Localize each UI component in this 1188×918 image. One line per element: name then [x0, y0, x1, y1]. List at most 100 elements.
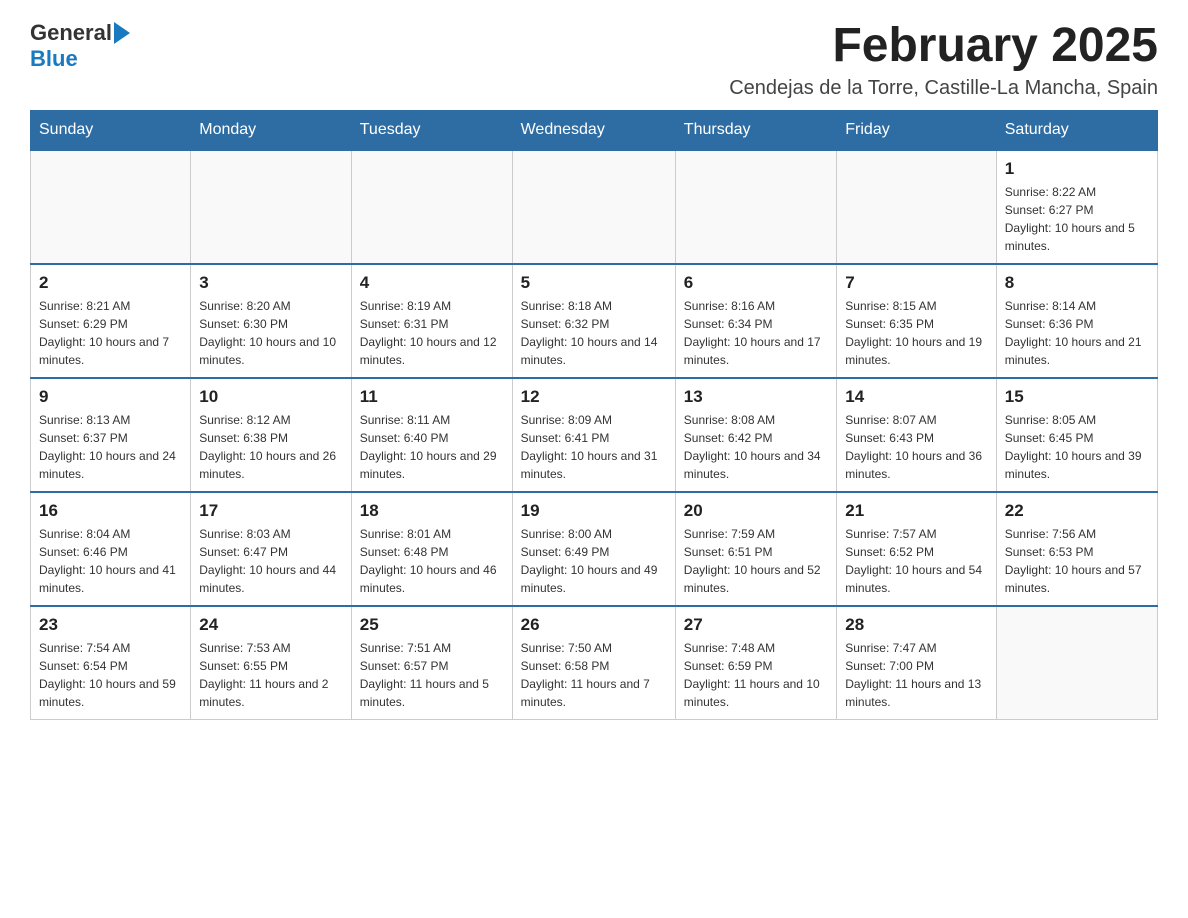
calendar-cell-2-3: 4 Sunrise: 8:19 AM Sunset: 6:31 PM Daylig… — [351, 264, 512, 378]
calendar-cell-3-3: 11 Sunrise: 8:11 AM Sunset: 6:40 PM Dayli… — [351, 378, 512, 492]
day-info: Sunrise: 8:07 AM Sunset: 6:43 PM Dayligh… — [845, 411, 987, 483]
day-info: Sunrise: 8:21 AM Sunset: 6:29 PM Dayligh… — [39, 297, 182, 369]
calendar-cell-4-6: 21 Sunrise: 7:57 AM Sunset: 6:52 PM Dayli… — [837, 492, 996, 606]
day-info: Sunrise: 7:50 AM Sunset: 6:58 PM Dayligh… — [521, 639, 667, 711]
day-number: 24 — [199, 615, 343, 635]
calendar-cell-5-1: 23 Sunrise: 7:54 AM Sunset: 6:54 PM Dayli… — [31, 606, 191, 720]
weekday-header-wednesday: Wednesday — [512, 110, 675, 150]
calendar-cell-5-5: 27 Sunrise: 7:48 AM Sunset: 6:59 PM Dayli… — [675, 606, 836, 720]
calendar-cell-2-5: 6 Sunrise: 8:16 AM Sunset: 6:34 PM Daylig… — [675, 264, 836, 378]
calendar-cell-3-1: 9Sunrise: 8:13 AM Sunset: 6:37 PM Daylig… — [31, 378, 191, 492]
day-info: Sunrise: 7:59 AM Sunset: 6:51 PM Dayligh… — [684, 525, 828, 597]
day-number: 15 — [1005, 387, 1149, 407]
calendar-cell-5-2: 24 Sunrise: 7:53 AM Sunset: 6:55 PM Dayli… — [191, 606, 352, 720]
day-info: Sunrise: 8:15 AM Sunset: 6:35 PM Dayligh… — [845, 297, 987, 369]
day-number: 26 — [521, 615, 667, 635]
logo: General Blue — [30, 20, 130, 72]
day-info: Sunrise: 8:03 AM Sunset: 6:47 PM Dayligh… — [199, 525, 343, 597]
day-number: 20 — [684, 501, 828, 521]
day-info: Sunrise: 7:51 AM Sunset: 6:57 PM Dayligh… — [360, 639, 504, 711]
day-info: Sunrise: 8:11 AM Sunset: 6:40 PM Dayligh… — [360, 411, 504, 483]
weekday-header-tuesday: Tuesday — [351, 110, 512, 150]
calendar-cell-1-6 — [837, 150, 996, 264]
title-section: February 2025 Cendejas de la Torre, Cast… — [729, 20, 1158, 100]
calendar-cell-2-6: 7 Sunrise: 8:15 AM Sunset: 6:35 PM Daylig… — [837, 264, 996, 378]
calendar-cell-2-7: 8Sunrise: 8:14 AM Sunset: 6:36 PM Daylig… — [996, 264, 1157, 378]
day-info: Sunrise: 8:20 AM Sunset: 6:30 PM Dayligh… — [199, 297, 343, 369]
day-info: Sunrise: 8:04 AM Sunset: 6:46 PM Dayligh… — [39, 525, 182, 597]
day-info: Sunrise: 7:54 AM Sunset: 6:54 PM Dayligh… — [39, 639, 182, 711]
day-info: Sunrise: 7:57 AM Sunset: 6:52 PM Dayligh… — [845, 525, 987, 597]
day-number: 16 — [39, 501, 182, 521]
day-number: 14 — [845, 387, 987, 407]
logo-blue-text: Blue — [30, 46, 78, 72]
page-header: General Blue February 2025 Cendejas de l… — [30, 20, 1158, 100]
day-info: Sunrise: 7:47 AM Sunset: 7:00 PM Dayligh… — [845, 639, 987, 711]
calendar-cell-4-3: 18 Sunrise: 8:01 AM Sunset: 6:48 PM Dayli… — [351, 492, 512, 606]
week-row-1: 1Sunrise: 8:22 AM Sunset: 6:27 PM Daylig… — [31, 150, 1158, 264]
month-title: February 2025 — [729, 20, 1158, 73]
week-row-3: 9Sunrise: 8:13 AM Sunset: 6:37 PM Daylig… — [31, 378, 1158, 492]
day-info: Sunrise: 8:12 AM Sunset: 6:38 PM Dayligh… — [199, 411, 343, 483]
weekday-header-sunday: Sunday — [31, 110, 191, 150]
day-number: 3 — [199, 273, 343, 293]
day-number: 13 — [684, 387, 828, 407]
calendar-cell-1-4 — [512, 150, 675, 264]
day-info: Sunrise: 8:00 AM Sunset: 6:49 PM Dayligh… — [521, 525, 667, 597]
calendar-cell-4-7: 22Sunrise: 7:56 AM Sunset: 6:53 PM Dayli… — [996, 492, 1157, 606]
location-title: Cendejas de la Torre, Castille-La Mancha… — [729, 77, 1158, 100]
day-info: Sunrise: 8:05 AM Sunset: 6:45 PM Dayligh… — [1005, 411, 1149, 483]
day-info: Sunrise: 8:08 AM Sunset: 6:42 PM Dayligh… — [684, 411, 828, 483]
weekday-header-friday: Friday — [837, 110, 996, 150]
day-info: Sunrise: 8:22 AM Sunset: 6:27 PM Dayligh… — [1005, 183, 1149, 255]
day-number: 4 — [360, 273, 504, 293]
calendar-cell-3-5: 13 Sunrise: 8:08 AM Sunset: 6:42 PM Dayli… — [675, 378, 836, 492]
calendar-cell-2-1: 2Sunrise: 8:21 AM Sunset: 6:29 PM Daylig… — [31, 264, 191, 378]
day-number: 6 — [684, 273, 828, 293]
calendar-cell-1-5 — [675, 150, 836, 264]
day-number: 11 — [360, 387, 504, 407]
calendar-cell-3-2: 10 Sunrise: 8:12 AM Sunset: 6:38 PM Dayli… — [191, 378, 352, 492]
day-number: 23 — [39, 615, 182, 635]
day-info: Sunrise: 8:01 AM Sunset: 6:48 PM Dayligh… — [360, 525, 504, 597]
day-info: Sunrise: 8:13 AM Sunset: 6:37 PM Dayligh… — [39, 411, 182, 483]
day-number: 5 — [521, 273, 667, 293]
calendar-cell-1-1 — [31, 150, 191, 264]
calendar-cell-4-4: 19 Sunrise: 8:00 AM Sunset: 6:49 PM Dayli… — [512, 492, 675, 606]
day-number: 18 — [360, 501, 504, 521]
calendar-cell-4-5: 20 Sunrise: 7:59 AM Sunset: 6:51 PM Dayli… — [675, 492, 836, 606]
day-number: 10 — [199, 387, 343, 407]
week-row-2: 2Sunrise: 8:21 AM Sunset: 6:29 PM Daylig… — [31, 264, 1158, 378]
day-info: Sunrise: 8:14 AM Sunset: 6:36 PM Dayligh… — [1005, 297, 1149, 369]
calendar-cell-3-7: 15 Sunrise: 8:05 AM Sunset: 6:45 PM Dayli… — [996, 378, 1157, 492]
week-row-5: 23 Sunrise: 7:54 AM Sunset: 6:54 PM Dayli… — [31, 606, 1158, 720]
logo-general-text: General — [30, 20, 112, 46]
day-number: 19 — [521, 501, 667, 521]
calendar-cell-3-4: 12Sunrise: 8:09 AM Sunset: 6:41 PM Dayli… — [512, 378, 675, 492]
calendar-cell-5-4: 26 Sunrise: 7:50 AM Sunset: 6:58 PM Dayli… — [512, 606, 675, 720]
calendar-cell-1-7: 1Sunrise: 8:22 AM Sunset: 6:27 PM Daylig… — [996, 150, 1157, 264]
calendar-cell-4-2: 17Sunrise: 8:03 AM Sunset: 6:47 PM Dayli… — [191, 492, 352, 606]
day-info: Sunrise: 7:56 AM Sunset: 6:53 PM Dayligh… — [1005, 525, 1149, 597]
day-number: 7 — [845, 273, 987, 293]
day-number: 21 — [845, 501, 987, 521]
day-info: Sunrise: 7:53 AM Sunset: 6:55 PM Dayligh… — [199, 639, 343, 711]
day-info: Sunrise: 8:18 AM Sunset: 6:32 PM Dayligh… — [521, 297, 667, 369]
day-info: Sunrise: 8:19 AM Sunset: 6:31 PM Dayligh… — [360, 297, 504, 369]
day-info: Sunrise: 8:16 AM Sunset: 6:34 PM Dayligh… — [684, 297, 828, 369]
calendar-cell-4-1: 16 Sunrise: 8:04 AM Sunset: 6:46 PM Dayli… — [31, 492, 191, 606]
weekday-header-saturday: Saturday — [996, 110, 1157, 150]
weekday-header-monday: Monday — [191, 110, 352, 150]
week-row-4: 16 Sunrise: 8:04 AM Sunset: 6:46 PM Dayli… — [31, 492, 1158, 606]
calendar-cell-3-6: 14 Sunrise: 8:07 AM Sunset: 6:43 PM Dayli… — [837, 378, 996, 492]
calendar-cell-5-7 — [996, 606, 1157, 720]
day-info: Sunrise: 8:09 AM Sunset: 6:41 PM Dayligh… — [521, 411, 667, 483]
weekday-header-thursday: Thursday — [675, 110, 836, 150]
calendar-table: SundayMondayTuesdayWednesdayThursdayFrid… — [30, 110, 1158, 720]
calendar-cell-2-4: 5 Sunrise: 8:18 AM Sunset: 6:32 PM Daylig… — [512, 264, 675, 378]
calendar-cell-2-2: 3 Sunrise: 8:20 AM Sunset: 6:30 PM Daylig… — [191, 264, 352, 378]
calendar-cell-5-3: 25Sunrise: 7:51 AM Sunset: 6:57 PM Dayli… — [351, 606, 512, 720]
calendar-cell-1-2 — [191, 150, 352, 264]
day-number: 27 — [684, 615, 828, 635]
day-info: Sunrise: 7:48 AM Sunset: 6:59 PM Dayligh… — [684, 639, 828, 711]
